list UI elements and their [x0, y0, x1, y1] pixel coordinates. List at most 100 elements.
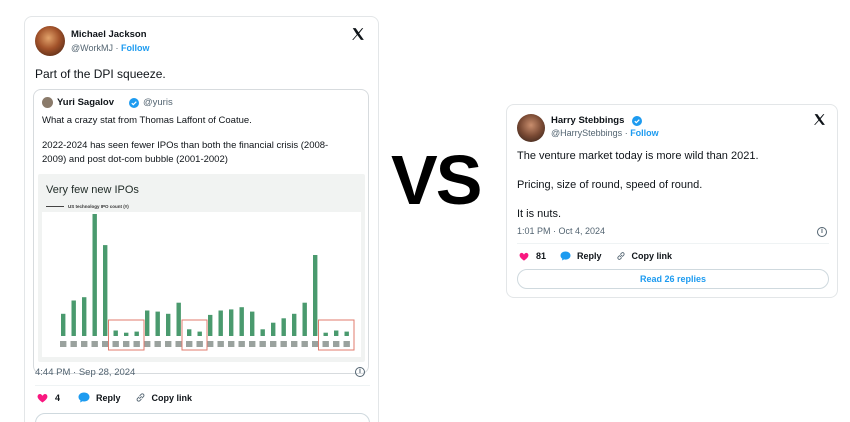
chart-tick-label	[154, 341, 161, 347]
chart-bar	[92, 214, 97, 336]
quoted-line: 2009) and post dot-com bubble (2001-2002…	[42, 154, 228, 165]
copy-link-label[interactable]: Copy link	[152, 393, 193, 403]
reply-icon[interactable]	[560, 251, 571, 261]
chart-bar	[82, 297, 87, 336]
chart-tick-label	[81, 341, 88, 347]
chart-tick-label	[291, 341, 298, 347]
chart-bar	[71, 300, 76, 336]
tweet-line: Pricing, size of round, speed of round.	[517, 179, 703, 191]
chart-tick-label	[102, 341, 109, 347]
chart-bar	[187, 329, 192, 336]
chart-tick-label	[259, 341, 266, 347]
tweet-text: Part of the DPI squeeze.	[35, 67, 166, 81]
chart-bar	[271, 322, 276, 336]
chart-tick-label	[343, 341, 350, 347]
chart-tick-label	[60, 341, 67, 347]
x-logo-icon[interactable]	[813, 113, 826, 126]
chart-bar	[61, 313, 66, 336]
heart-icon[interactable]	[519, 252, 529, 261]
chart-tick-label	[123, 341, 130, 347]
chart-tick-label	[249, 341, 256, 347]
chart-tick-label	[133, 341, 140, 347]
chart-bar	[323, 332, 328, 336]
chart-bar	[281, 318, 286, 336]
author-name[interactable]: Michael Jackson	[71, 29, 147, 40]
chart-tick-label	[165, 341, 172, 347]
chart-bar	[334, 330, 339, 336]
divider	[35, 385, 370, 386]
chart-bar	[197, 331, 202, 336]
avatar[interactable]	[517, 114, 545, 142]
chart-bar	[176, 302, 181, 336]
verified-icon	[632, 116, 642, 126]
timestamp[interactable]: 4:44 PM · Sep 28, 2024	[35, 367, 135, 378]
chart-plot	[42, 212, 361, 357]
chart-bar	[124, 332, 129, 336]
info-icon[interactable]: i	[355, 367, 365, 377]
author-handle: @WorkMJ · Follow	[71, 43, 150, 53]
tweet-line: It is nuts.	[517, 208, 562, 220]
chart-tick-label	[322, 341, 329, 347]
timestamp[interactable]: 1:01 PM · Oct 4, 2024	[517, 226, 605, 236]
chart-tick-label	[196, 341, 203, 347]
follow-button[interactable]: Follow	[121, 43, 150, 53]
chart-bar	[313, 255, 318, 336]
quoted-author-handle: @yuris	[143, 97, 173, 108]
avatar[interactable]	[35, 26, 65, 56]
tweet-actions: 81 Reply Copy link	[519, 251, 672, 261]
chart-tick-label	[238, 341, 245, 347]
handle-text[interactable]: @HarryStebbings	[551, 128, 622, 138]
x-logo-icon[interactable]	[351, 27, 365, 41]
quoted-author-name: Yuri Sagalov	[57, 97, 115, 108]
quoted-tweet[interactable]: Yuri Sagalov @yuris What a crazy stat fr…	[33, 89, 369, 374]
chart-tick-label	[207, 341, 214, 347]
chart-bar	[260, 329, 265, 336]
divider	[517, 243, 829, 244]
chart-tick-label	[333, 341, 340, 347]
chart-bar	[229, 309, 234, 336]
chart-tick-label	[175, 341, 182, 347]
link-icon[interactable]	[616, 251, 626, 261]
chart-tick-label	[270, 341, 277, 347]
heart-icon[interactable]	[37, 393, 48, 403]
chart-bar	[344, 331, 349, 336]
like-count[interactable]: 81	[536, 251, 546, 261]
ipo-chart: Very few new IPOs US technology IPO coun…	[38, 174, 365, 362]
chart-tick-label	[186, 341, 193, 347]
chart-bar	[292, 313, 297, 336]
follow-button[interactable]: Follow	[630, 128, 659, 138]
author-name[interactable]: Harry Stebbings	[551, 115, 624, 126]
chart-bar	[250, 311, 255, 336]
chart-tick-label	[112, 341, 119, 347]
info-icon[interactable]: i	[817, 227, 827, 237]
left-tweet-card: Michael Jackson @WorkMJ · Follow Part of…	[24, 16, 379, 422]
chart-tick-label	[70, 341, 77, 347]
reply-icon[interactable]	[78, 392, 90, 403]
link-icon[interactable]	[135, 392, 146, 403]
chart-bar	[218, 310, 223, 336]
chart-tick-label	[301, 341, 308, 347]
like-count[interactable]: 4	[55, 393, 60, 403]
quoted-avatar	[42, 97, 53, 108]
quoted-line: What a crazy stat from Thomas Laffont of…	[42, 115, 252, 126]
chart-tick-label	[312, 341, 319, 347]
chart-tick-label	[217, 341, 224, 347]
chart-tick-label	[280, 341, 287, 347]
chart-tick-label	[228, 341, 235, 347]
chart-tick-label	[91, 341, 98, 347]
copy-link-label[interactable]: Copy link	[632, 251, 673, 261]
reply-label[interactable]: Reply	[96, 393, 121, 403]
chart-bar	[302, 302, 307, 336]
chart-bar	[155, 311, 160, 336]
right-tweet-card: Harry Stebbings @HarryStebbings · Follow…	[506, 104, 838, 298]
read-replies-button[interactable]: Read 26 replies	[517, 269, 829, 289]
chart-bar	[145, 310, 150, 336]
author-handle: @HarryStebbings · Follow	[551, 128, 659, 138]
handle-text[interactable]: @WorkMJ	[71, 43, 113, 53]
verified-icon	[129, 98, 139, 108]
tweet-actions: 4 Reply Copy link	[37, 392, 192, 403]
reply-label[interactable]: Reply	[577, 251, 602, 261]
tweet-line: The venture market today is more wild th…	[517, 150, 759, 162]
read-replies-button[interactable]	[35, 413, 370, 422]
vs-label: VS	[391, 141, 482, 219]
